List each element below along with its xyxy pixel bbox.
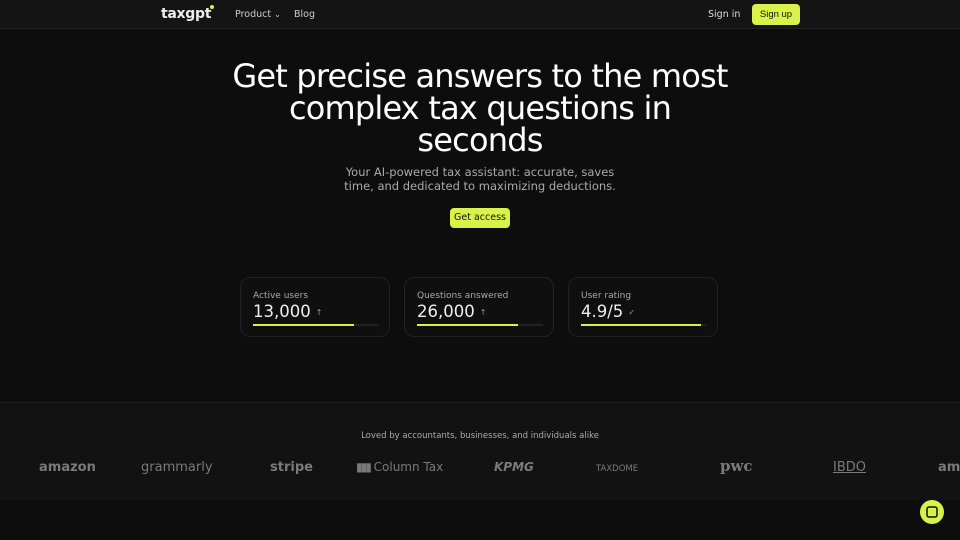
logo-grammarly: grammarly [141,460,213,475]
check-icon: ✓ [628,308,636,317]
stat-number: 4.9/5 [581,302,624,321]
stat-value: 13,000 ↑ [253,302,322,321]
top-nav: taxgpt Product ⌄ Blog Sign in Sign up [0,0,960,29]
logo-amazon-repeat: am [938,460,960,475]
column-tax-text: Column Tax [373,460,444,474]
sign-up-button[interactable]: Sign up [752,4,800,25]
product-label: Product [235,9,272,20]
logo-column-tax: ▮▮▮ Column Tax [356,460,443,474]
product-menu[interactable]: Product ⌄ [235,9,281,20]
stat-value: 26,000 ↑ [417,302,486,321]
chevron-down-icon: ⌄ [274,10,281,19]
stat-progress-fill [581,324,701,326]
stat-progress-bar [417,324,543,326]
stat-progress-fill [253,324,354,326]
logo-dot-icon [210,5,215,9]
hero-subtitle: Your AI-powered tax assistant: accurate,… [344,165,616,193]
sign-in-link[interactable]: Sign in [708,9,740,20]
stat-label: User rating [581,291,632,301]
logos-heading: Loved by accountants, businesses, and in… [361,431,599,441]
stat-card: Questions answered 26,000 ↑ [404,277,554,337]
logo[interactable]: taxgpt [161,5,215,22]
chat-launcher-button[interactable] [920,500,944,524]
get-access-button[interactable]: Get access [450,208,510,228]
stat-card: User rating 4.9/5 ✓ [568,277,718,337]
hero-title: Get precise answers to the most complex … [232,57,728,159]
logo-bdo: IBDO [833,460,866,475]
logo-taxdome: TAXDOME [596,464,639,474]
chat-icon [926,506,938,518]
logo-stripe: stripe [270,460,313,475]
logo-text: taxgpt [161,6,212,22]
stat-value: 4.9/5 ✓ [581,302,635,321]
stat-progress-fill [417,324,518,326]
stat-number: 26,000 [417,302,475,321]
logo-kpmg: KPMG [494,460,534,474]
logo-pwc: pwc [720,457,753,475]
stat-number: 13,000 [253,302,311,321]
column-bars-icon: ▮▮▮ [356,460,372,474]
stat-label: Active users [253,291,309,301]
stat-label: Questions answered [417,291,509,301]
stat-card: Active users 13,000 ↑ [240,277,390,337]
logos-section: Loved by accountants, businesses, and in… [0,402,960,500]
stat-progress-bar [581,324,707,326]
blog-link[interactable]: Blog [294,9,315,20]
arrow-up-icon: ↑ [479,308,487,317]
arrow-up-icon: ↑ [315,308,323,317]
logo-amazon: amazon [39,460,96,475]
stat-progress-bar [253,324,379,326]
